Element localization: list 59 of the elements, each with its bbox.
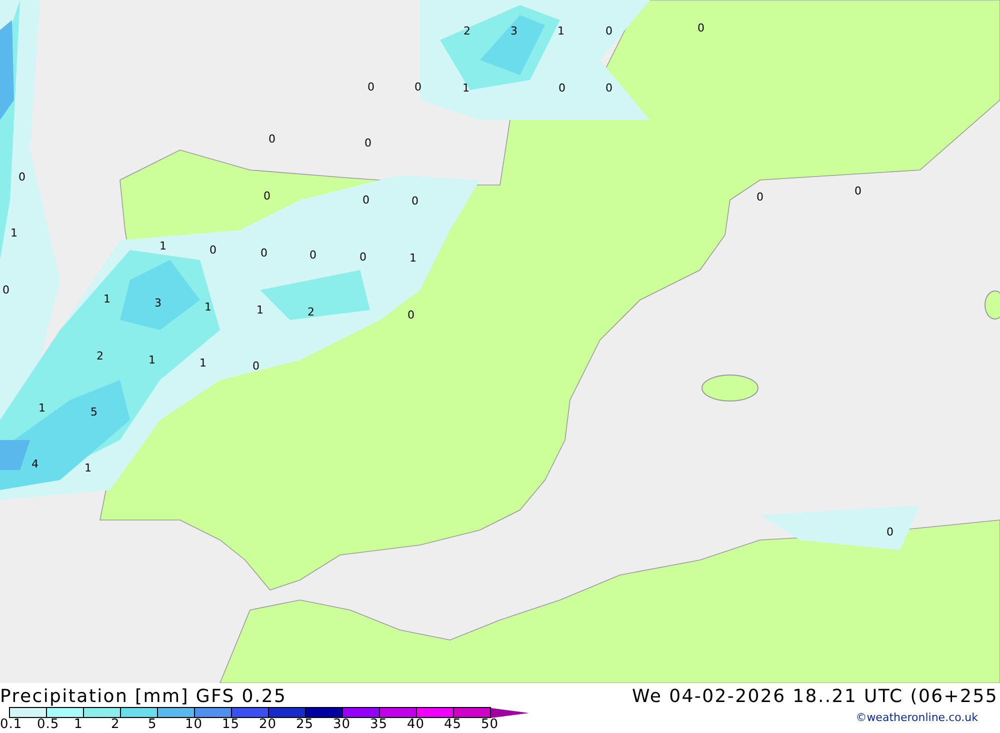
contour-label: 0 — [606, 82, 612, 94]
scale-tick-label: 0.5 — [37, 718, 60, 732]
contour-label: 0 — [364, 138, 372, 148]
scale-tick-label: 25 — [296, 718, 315, 732]
contour-label: 3 — [154, 298, 162, 308]
scale-tick-label: 50 — [481, 718, 500, 732]
contour-label: 1 — [104, 294, 110, 304]
contour-label: 0 — [310, 250, 316, 260]
contour-label: 0 — [886, 526, 894, 538]
contour-label: 5 — [90, 406, 98, 418]
contour-label: 1 — [204, 302, 212, 312]
contour-label: 0 — [408, 310, 414, 320]
contour-label: 1 — [10, 228, 18, 238]
contour-label: 1 — [160, 240, 166, 252]
contour-label: 0 — [414, 82, 422, 92]
contour-label: 1 — [84, 462, 92, 474]
contour-label: 1 — [462, 82, 470, 94]
contour-label: 0 — [698, 22, 704, 34]
scale-tick-label: 10 — [185, 718, 204, 732]
contour-label: 0 — [210, 244, 216, 256]
scale-tick-label: 40 — [407, 718, 426, 732]
contour-label: 0 — [362, 194, 370, 206]
scale-tick-label: 2 — [111, 718, 121, 732]
contour-label: 1 — [256, 304, 264, 316]
contour-label: 1 — [200, 358, 206, 368]
contour-label: 0 — [368, 82, 374, 92]
contour-label: 0 — [268, 134, 276, 144]
scale-tick-label: 1 — [74, 718, 84, 732]
contour-label: 0 — [264, 190, 270, 202]
contour-label: 1 — [148, 354, 156, 366]
scale-arrow-icon — [491, 708, 529, 718]
contour-label: 0 — [260, 248, 268, 258]
contour-label: 3 — [510, 26, 518, 36]
scale-tick-label: 15 — [222, 718, 241, 732]
contour-label: 0 — [412, 196, 418, 206]
scale-tick-label: 20 — [259, 718, 278, 732]
contour-label: 0 — [252, 360, 260, 372]
contour-label: 0 — [18, 172, 26, 182]
scale-tick-label: 0.1 — [0, 718, 24, 732]
contour-label: 4 — [32, 458, 38, 470]
valid-time: We 04-02-2026 18..21 UTC (06+255 — [632, 686, 998, 706]
scale-tick-label: 5 — [148, 718, 158, 732]
contour-label: 0 — [558, 82, 566, 94]
contour-label: 2 — [464, 26, 470, 36]
contour-label: 0 — [2, 284, 10, 296]
scale-tick-label: 45 — [444, 718, 463, 732]
map-title: Precipitation [mm] GFS 0.25 — [0, 686, 287, 706]
contour-label: 0 — [606, 26, 612, 36]
contour-label: 1 — [38, 402, 46, 414]
contour-label: 1 — [558, 26, 564, 36]
contour-label: 2 — [96, 350, 104, 362]
contour-label: 0 — [854, 186, 862, 196]
scale-tick-label: 35 — [370, 718, 389, 732]
copyright-link[interactable]: ©weatheronline.co.uk — [856, 711, 978, 724]
scale-tick-label: 30 — [333, 718, 352, 732]
contour-label: 1 — [410, 252, 416, 264]
contour-label: 0 — [756, 192, 764, 202]
contour-label: 0 — [360, 252, 366, 262]
contour-label: 2 — [308, 306, 314, 318]
